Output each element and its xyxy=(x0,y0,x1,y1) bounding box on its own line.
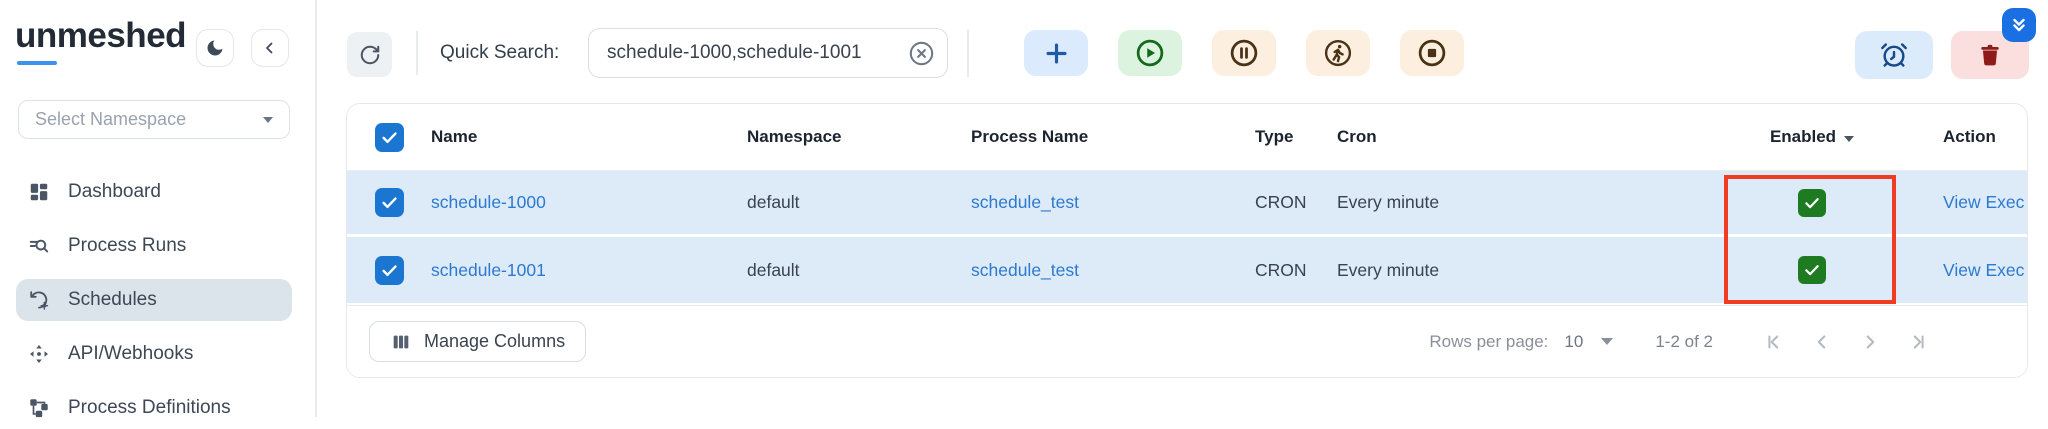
process-name-link[interactable]: schedule_test xyxy=(971,192,1079,212)
namespace-placeholder: Select Namespace xyxy=(35,109,186,130)
refresh-button[interactable] xyxy=(347,32,392,77)
cell-type: CRON xyxy=(1255,260,1337,281)
history-gear-icon xyxy=(28,289,50,311)
previous-page-button[interactable] xyxy=(1811,331,1833,353)
add-schedule-button[interactable] xyxy=(1024,30,1088,76)
columns-icon xyxy=(390,331,412,353)
table-footer: Manage Columns Rows per page: 10 1-2 of … xyxy=(347,305,2027,377)
rows-per-page-caret-icon[interactable] xyxy=(1601,338,1613,345)
stop-circle-icon xyxy=(1417,38,1447,68)
cell-namespace: default xyxy=(747,192,971,213)
sidebar-item-api-webhooks[interactable]: API/Webhooks xyxy=(16,333,292,375)
moon-icon xyxy=(205,38,225,58)
pagination: Rows per page: 10 1-2 of 2 xyxy=(1429,331,1929,353)
sidebar-item-label: Schedules xyxy=(68,289,157,311)
quick-search-input[interactable] xyxy=(607,42,908,64)
cell-cron: Every minute xyxy=(1337,260,1727,281)
manage-columns-button[interactable]: Manage Columns xyxy=(369,321,586,362)
row-checkbox[interactable] xyxy=(375,188,404,217)
play-circle-icon xyxy=(1135,38,1165,68)
brand-logo: unmeshed xyxy=(15,16,186,56)
view-executions-link[interactable]: View Exec xyxy=(1943,192,2024,212)
double-chevron-down-icon xyxy=(2008,14,2030,36)
process-name-link[interactable]: schedule_test xyxy=(971,260,1079,280)
table-row[interactable]: schedule-1000 default schedule_test CRON… xyxy=(347,171,2027,237)
column-header-action: Action xyxy=(1897,127,2027,147)
chevron-down-icon xyxy=(263,117,273,123)
enabled-checkbox[interactable] xyxy=(1798,189,1826,217)
quick-search-box xyxy=(588,28,948,78)
next-page-button[interactable] xyxy=(1859,331,1881,353)
rows-per-page-value[interactable]: 10 xyxy=(1564,332,1583,352)
column-header-namespace: Namespace xyxy=(747,127,971,147)
cell-namespace: default xyxy=(747,260,971,281)
enabled-checkbox[interactable] xyxy=(1798,256,1826,284)
arrows-out-icon xyxy=(28,343,50,365)
rows-per-page-label: Rows per page: xyxy=(1429,332,1548,352)
trash-icon xyxy=(1977,42,2003,68)
sidebar-item-schedules[interactable]: Schedules xyxy=(16,279,292,321)
quick-search-label: Quick Search: xyxy=(440,42,559,64)
select-all-checkbox[interactable] xyxy=(375,123,404,152)
sidebar: unmeshed Select Namespace Dashboard Proc… xyxy=(0,0,317,417)
sidebar-menu: Dashboard Process Runs Schedules xyxy=(16,171,292,429)
circle-x-icon xyxy=(908,40,935,67)
table-row[interactable]: schedule-1001 default schedule_test CRON… xyxy=(347,237,2027,303)
sidebar-item-label: Dashboard xyxy=(68,181,161,203)
schedule-name-link[interactable]: schedule-1001 xyxy=(431,260,546,280)
pause-circle-icon xyxy=(1229,38,1259,68)
column-header-cron: Cron xyxy=(1337,127,1727,147)
sidebar-item-process-definitions[interactable]: Process Definitions xyxy=(16,387,292,429)
last-page-button[interactable] xyxy=(1907,331,1929,353)
column-header-process-name: Process Name xyxy=(971,127,1255,147)
column-header-type: Type xyxy=(1255,127,1337,147)
schedule-alerts-button[interactable] xyxy=(1855,31,1933,79)
plus-icon xyxy=(1043,40,1070,67)
trigger-run-button[interactable] xyxy=(1306,30,1370,76)
view-executions-link[interactable]: View Exec xyxy=(1943,260,2024,280)
table-header-row: Name Namespace Process Name Type Cron En… xyxy=(347,104,2027,171)
column-header-name: Name xyxy=(431,127,747,147)
sidebar-item-label: Process Runs xyxy=(68,235,186,257)
row-checkbox[interactable] xyxy=(375,256,404,285)
manage-columns-label: Manage Columns xyxy=(424,331,565,352)
sidebar-item-label: Process Definitions xyxy=(68,397,231,419)
divider xyxy=(967,29,969,77)
pause-button[interactable] xyxy=(1212,30,1276,76)
sidebar-item-dashboard[interactable]: Dashboard xyxy=(16,171,292,213)
pagination-range: 1-2 of 2 xyxy=(1655,332,1713,352)
dashboard-icon xyxy=(28,181,50,203)
alarm-clock-icon xyxy=(1880,41,1908,69)
stop-button[interactable] xyxy=(1400,30,1464,76)
chevron-left-icon xyxy=(261,39,279,57)
scroll-down-badge[interactable] xyxy=(2002,8,2036,42)
cell-cron: Every minute xyxy=(1337,192,1727,213)
refresh-icon xyxy=(359,44,381,66)
clear-search-button[interactable] xyxy=(908,40,935,67)
sidebar-item-process-runs[interactable]: Process Runs xyxy=(16,225,292,267)
sidebar-collapse-button[interactable] xyxy=(251,29,289,67)
schedules-table-card: Name Namespace Process Name Type Cron En… xyxy=(346,103,2028,378)
workflow-tree-icon xyxy=(28,397,50,419)
dark-mode-toggle[interactable] xyxy=(196,29,234,67)
column-header-enabled[interactable]: Enabled xyxy=(1770,127,1854,147)
cell-type: CRON xyxy=(1255,192,1337,213)
sidebar-item-label: API/Webhooks xyxy=(68,343,193,365)
resume-button[interactable] xyxy=(1118,30,1182,76)
schedule-name-link[interactable]: schedule-1000 xyxy=(431,192,546,212)
runner-circle-icon xyxy=(1323,38,1353,68)
namespace-select[interactable]: Select Namespace xyxy=(18,100,290,139)
search-list-icon xyxy=(28,235,50,257)
divider xyxy=(416,31,418,75)
sort-caret-icon xyxy=(1844,136,1854,142)
first-page-button[interactable] xyxy=(1763,331,1785,353)
